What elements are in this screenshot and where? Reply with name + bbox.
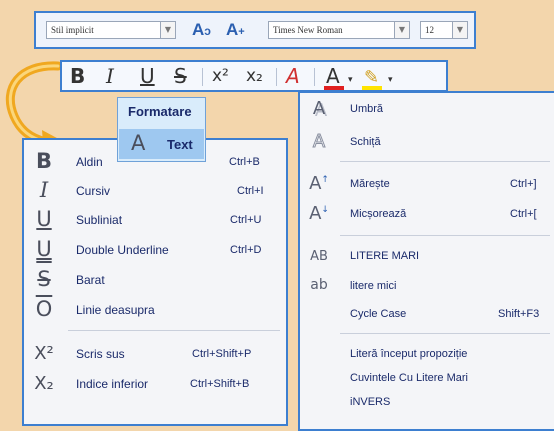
menu-item-text[interactable]: A Text (119, 129, 204, 159)
underline-icon: U (36, 207, 52, 231)
menu-item-shortcut: Ctrl+D (230, 244, 262, 256)
chevron-down-icon[interactable]: ▾ (388, 74, 393, 85)
menu-item-label: Mărește (350, 178, 390, 190)
chevron-down-icon[interactable]: ▾ (348, 74, 353, 85)
superscript-button[interactable]: x² (212, 66, 229, 86)
menu-item-shortcut: Ctrl+[ (510, 208, 537, 220)
menu-item-label: Indice inferior (76, 377, 149, 391)
formatting-toolbar: B I U S x² x₂ A A ▾ ✎ ▾ (60, 60, 448, 92)
new-style-icon[interactable]: A+ (226, 20, 245, 40)
menu-item-italic[interactable]: I Cursiv Ctrl+I (24, 177, 286, 207)
menu-item-shadow[interactable]: A Umbră (300, 98, 554, 122)
menu-item-strikethrough[interactable]: S Barat (24, 266, 286, 296)
menu-item-label: Text (167, 137, 193, 152)
toolbar-divider (276, 68, 277, 86)
italic-button[interactable]: I (106, 64, 114, 88)
toolbar-divider (202, 68, 203, 86)
menu-item-label: Cycle Case (350, 308, 407, 320)
shadow-icon: A (312, 98, 326, 119)
uppercase-icon: AB (310, 249, 328, 264)
menu-item-label: Schiță (350, 136, 381, 148)
menu-item-outline[interactable]: A Schiță (300, 131, 554, 155)
menu-item-shortcut: Shift+F3 (498, 308, 540, 320)
chevron-down-icon[interactable]: ▼ (394, 22, 409, 38)
chevron-down-icon[interactable]: ▼ (160, 22, 175, 38)
menu-item-label: iNVERS (350, 396, 391, 408)
underline-button[interactable]: U (140, 64, 155, 88)
menu-item-shortcut: Ctrl+] (510, 178, 537, 190)
menu-item-double-underline[interactable]: U Double Underline Ctrl+D (24, 236, 286, 266)
menu-item-label: litere mici (350, 280, 397, 292)
menu-item-grow-font[interactable]: A↑ Mărește Ctrl+] (300, 173, 554, 197)
bold-button[interactable]: B (70, 64, 85, 88)
text-icon: A (131, 131, 146, 155)
menu-divider (340, 235, 550, 236)
grow-font-icon: A↑ (309, 173, 329, 194)
format-menu: Formatare A Text (117, 97, 206, 162)
font-color-button[interactable]: A (326, 64, 340, 88)
menu-divider (340, 333, 550, 334)
highlight-pen-icon[interactable]: ✎ (364, 67, 379, 88)
font-toolbar: Stil implicit ▼ Aↄ A+ Times New Roman ▼ … (34, 11, 476, 49)
chevron-down-icon[interactable]: ▼ (452, 22, 467, 38)
menu-item-subscript[interactable]: X₂ Indice inferior Ctrl+Shift+B (24, 370, 286, 400)
menu-item-shortcut: Ctrl+Shift+P (192, 348, 252, 360)
lowercase-icon: ab (310, 277, 328, 293)
highlight-color-swatch (362, 86, 382, 90)
menu-item-label: Micșorează (350, 208, 407, 220)
menu-item-lowercase[interactable]: ab litere mici (300, 275, 554, 299)
shrink-font-icon: A↓ (309, 203, 329, 224)
font-size-select[interactable]: 12 ▼ (420, 21, 468, 39)
font-color-glyph: A (326, 64, 340, 88)
menu-item-label: Linie deasupra (76, 303, 155, 317)
text-submenu-right: A Umbră A Schiță A↑ Mărește Ctrl+] A↓ Mi… (298, 91, 554, 431)
menu-item-label: Cuvintele Cu Litere Mari (350, 372, 468, 384)
menu-item-cycle-case[interactable]: Cycle Case Shift+F3 (300, 303, 554, 327)
menu-divider (340, 161, 550, 162)
menu-item-shortcut: Ctrl+Shift+B (190, 378, 250, 390)
font-size-value: 12 (425, 25, 434, 35)
subscript-icon: X₂ (34, 373, 54, 394)
menu-item-shortcut: Ctrl+I (237, 185, 264, 197)
menu-item-shortcut: Ctrl+B (229, 156, 260, 168)
menu-item-label: LITERE MARI (350, 250, 420, 262)
menu-item-shortcut: Ctrl+U (230, 214, 262, 226)
menu-item-label: Barat (76, 273, 105, 287)
menu-item-label: Umbră (350, 103, 384, 115)
outline-icon: A (312, 131, 326, 153)
menu-item-shrink-font[interactable]: A↓ Micșorează Ctrl+[ (300, 203, 554, 227)
subscript-button[interactable]: x₂ (246, 66, 263, 86)
overline-icon: O (35, 297, 53, 321)
font-name-select[interactable]: Times New Roman ▼ (268, 21, 410, 39)
menu-item-sentence-case[interactable]: Literă început propoziție (300, 343, 554, 367)
menu-item-label: Scris sus (76, 347, 125, 361)
menu-item-uppercase[interactable]: AB LITERE MARI (300, 245, 554, 269)
paragraph-style-select[interactable]: Stil implicit ▼ (46, 21, 176, 39)
strikethrough-icon: S (37, 267, 51, 291)
superscript-icon: X² (34, 343, 54, 364)
menu-divider (68, 330, 280, 331)
italic-icon: I (39, 178, 49, 202)
menu-item-underline[interactable]: U Subliniat Ctrl+U (24, 206, 286, 236)
font-name-value: Times New Roman (273, 25, 343, 35)
bold-icon: B (35, 149, 52, 173)
update-style-icon[interactable]: Aↄ (192, 20, 211, 40)
menu-item-label: Literă început propoziție (350, 348, 468, 360)
paragraph-style-value: Stil implicit (51, 25, 94, 35)
clear-formatting-button[interactable]: A (286, 64, 300, 88)
strikethrough-button[interactable]: S (174, 64, 187, 88)
double-underline-icon: U (36, 237, 52, 261)
menu-item-label: Subliniat (76, 213, 123, 227)
menu-item-superscript[interactable]: X² Scris sus Ctrl+Shift+P (24, 340, 286, 370)
menu-item-label: Cursiv (76, 184, 111, 198)
text-submenu-left: B Aldin Ctrl+B I Cursiv Ctrl+I U Sublini… (22, 138, 288, 426)
menu-item-overline[interactable]: O Linie deasupra (24, 296, 286, 326)
menu-item-capitalize-words[interactable]: Cuvintele Cu Litere Mari (300, 367, 554, 391)
font-color-swatch (324, 86, 344, 90)
menu-item-label: Aldin (76, 155, 103, 169)
menu-item-toggle-case[interactable]: iNVERS (300, 391, 554, 415)
format-menu-title[interactable]: Formatare (128, 104, 192, 119)
toolbar-divider (314, 68, 315, 86)
menu-item-label: Double Underline (76, 243, 169, 257)
